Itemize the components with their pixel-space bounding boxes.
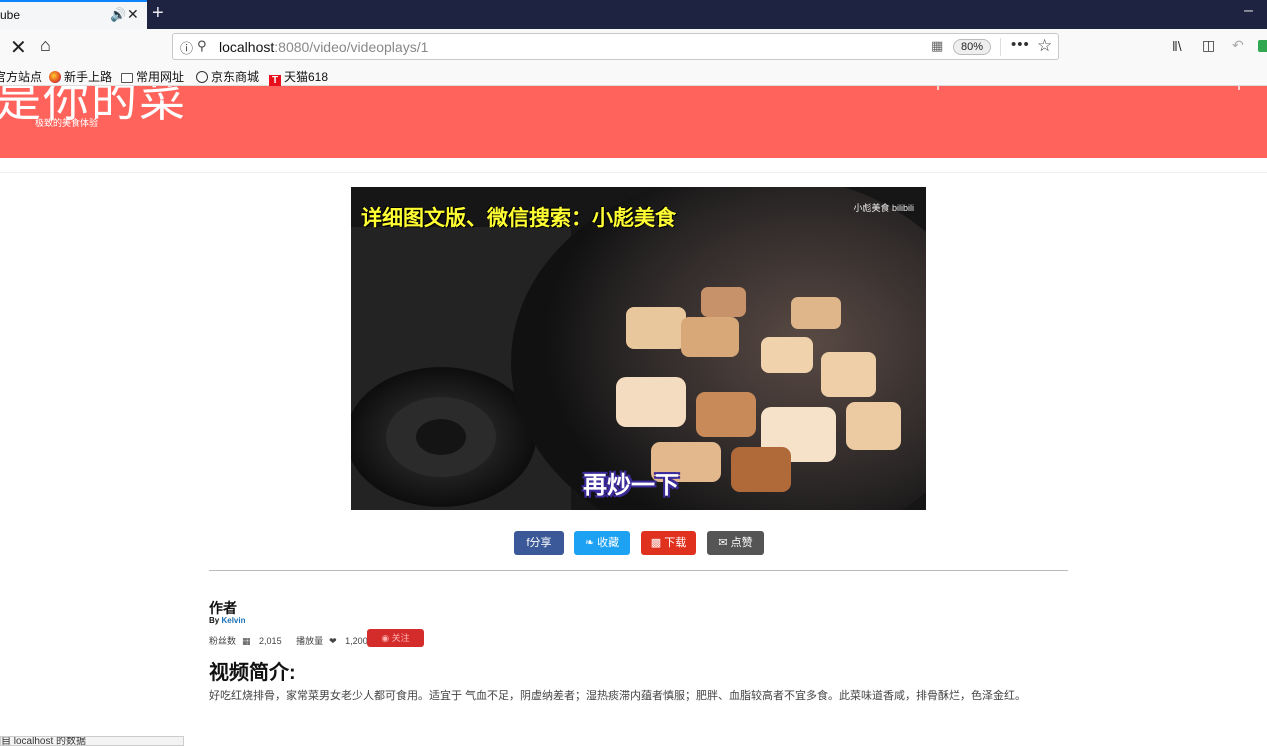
qr-code-icon[interactable]: ▦	[931, 38, 943, 54]
download-icon: ▩	[650, 537, 665, 549]
video-subtitle: 再炒一下	[583, 472, 679, 499]
new-tab-button[interactable]: +	[152, 1, 164, 25]
bookmarks-toolbar: 官方站点 新手上路 常用网址 京东商城 T 天猫618	[0, 65, 1267, 87]
author-byline: By Kelvin	[209, 616, 245, 625]
bookmark-label: 京东商城	[211, 70, 260, 84]
envelope-icon: ✉	[718, 537, 731, 549]
site-header: 是你的菜 极致的美食体验	[0, 86, 1267, 158]
home-icon[interactable]: ⌂	[40, 35, 51, 56]
page-actions-menu[interactable]: •••	[1011, 36, 1030, 53]
author-stats: 粉丝数 ▦ 2,015 播放量 ❤ 1,200	[209, 634, 380, 647]
bookmark-star-icon[interactable]: ☆	[1037, 36, 1052, 56]
follow-icon: ◉	[381, 633, 392, 643]
twitter-icon: ❧	[584, 537, 598, 549]
navigation-bar: ✕ ⌂ ⓘ ⚲ localhost:8080/video/videoplays/…	[0, 29, 1267, 65]
extension-icon[interactable]	[1258, 40, 1267, 52]
header-nav-fragment	[1238, 86, 1240, 90]
video-watermark: 小彪美食 bilibili	[853, 203, 914, 213]
bookmark-item[interactable]: 新手上路	[49, 68, 112, 85]
download-button[interactable]: ▩ 下载	[641, 531, 696, 555]
url-text[interactable]: localhost:8080/video/videoplays/1	[219, 39, 428, 55]
status-bar: 自 localhost 的数据	[0, 736, 184, 746]
active-tab[interactable]: ube 🔊 ✕	[0, 0, 147, 29]
follow-label: 关注	[391, 633, 410, 643]
plays-stat: 播放量 ❤ 1,200	[296, 636, 374, 646]
fans-stat: 粉丝数 ▦ 2,015	[209, 636, 288, 646]
bookmark-item[interactable]: T 天猫618	[269, 68, 328, 87]
by-label: By	[209, 616, 220, 625]
header-nav-fragment	[937, 86, 939, 90]
address-bar[interactable]: ⓘ ⚲ localhost:8080/video/videoplays/1 ▦ …	[172, 33, 1059, 60]
download-label: 下载	[664, 537, 687, 549]
like-button[interactable]: ✉ 点赞	[707, 531, 764, 555]
close-tab-icon[interactable]: ✕	[127, 6, 139, 23]
intro-heading: 视频简介:	[209, 662, 296, 684]
bookmark-item[interactable]: 京东商城	[196, 68, 259, 85]
author-name-link[interactable]: Kelvin	[221, 616, 245, 625]
plays-value: 1,200	[345, 636, 368, 646]
url-path: :8080/video/videoplays/1	[274, 39, 429, 55]
fans-icon: ▦	[242, 636, 251, 646]
heart-icon: ❤	[329, 636, 337, 646]
section-divider	[209, 570, 1068, 571]
url-host: localhost	[219, 39, 275, 55]
follow-button[interactable]: ◉ 关注	[367, 629, 424, 647]
tab-bar: ube 🔊 ✕ + –	[0, 0, 1267, 29]
like-label: 点赞	[730, 537, 753, 549]
speaker-icon[interactable]: 🔊	[110, 7, 126, 23]
plays-label: 播放量	[296, 636, 324, 646]
bookmark-label: 官方站点	[0, 70, 43, 84]
video-frame	[351, 187, 926, 510]
author-heading: 作者	[209, 600, 237, 616]
share-button[interactable]: f分享	[514, 531, 564, 555]
fans-value: 2,015	[259, 636, 282, 646]
intro-text: 好吃红烧排骨，家常菜男女老少人都可食用。适宜于 气血不足，阴虚纳差者；湿热痰滞内…	[209, 690, 1027, 702]
favorite-label: 收藏	[597, 537, 620, 549]
zoom-level-badge[interactable]: 80%	[953, 39, 992, 55]
video-caption: 详细图文版、微信搜索：小彪美食	[361, 207, 676, 230]
folder-icon	[121, 73, 133, 83]
bookmark-item[interactable]: 官方站点	[0, 68, 42, 85]
url-divider	[1000, 38, 1001, 56]
fans-label: 粉丝数	[209, 636, 237, 646]
stop-icon[interactable]: ✕	[10, 35, 27, 60]
undo-icon[interactable]: ↶	[1232, 37, 1244, 54]
globe-icon	[196, 71, 208, 83]
tracking-protection-icon[interactable]: ⚲	[197, 38, 207, 54]
header-divider	[0, 172, 1267, 173]
library-icon[interactable]: ‖\	[1172, 38, 1182, 54]
minimize-window-icon[interactable]: –	[1244, 2, 1253, 20]
info-icon[interactable]: ⓘ	[180, 38, 193, 57]
firefox-icon	[49, 71, 61, 83]
tab-title: ube	[0, 8, 21, 22]
site-tagline: 极致的美食体验	[35, 118, 99, 128]
sidebar-icon[interactable]: ◫	[1202, 37, 1215, 54]
favorite-button[interactable]: ❧ 收藏	[574, 531, 630, 555]
video-player[interactable]: 详细图文版、微信搜索：小彪美食 小彪美食 bilibili 再炒一下	[351, 187, 926, 510]
bookmark-label: 天猫618	[284, 70, 329, 84]
bookmark-label: 常用网址	[136, 70, 185, 84]
bookmark-item[interactable]: 常用网址	[121, 68, 184, 85]
bookmark-label: 新手上路	[64, 70, 113, 84]
